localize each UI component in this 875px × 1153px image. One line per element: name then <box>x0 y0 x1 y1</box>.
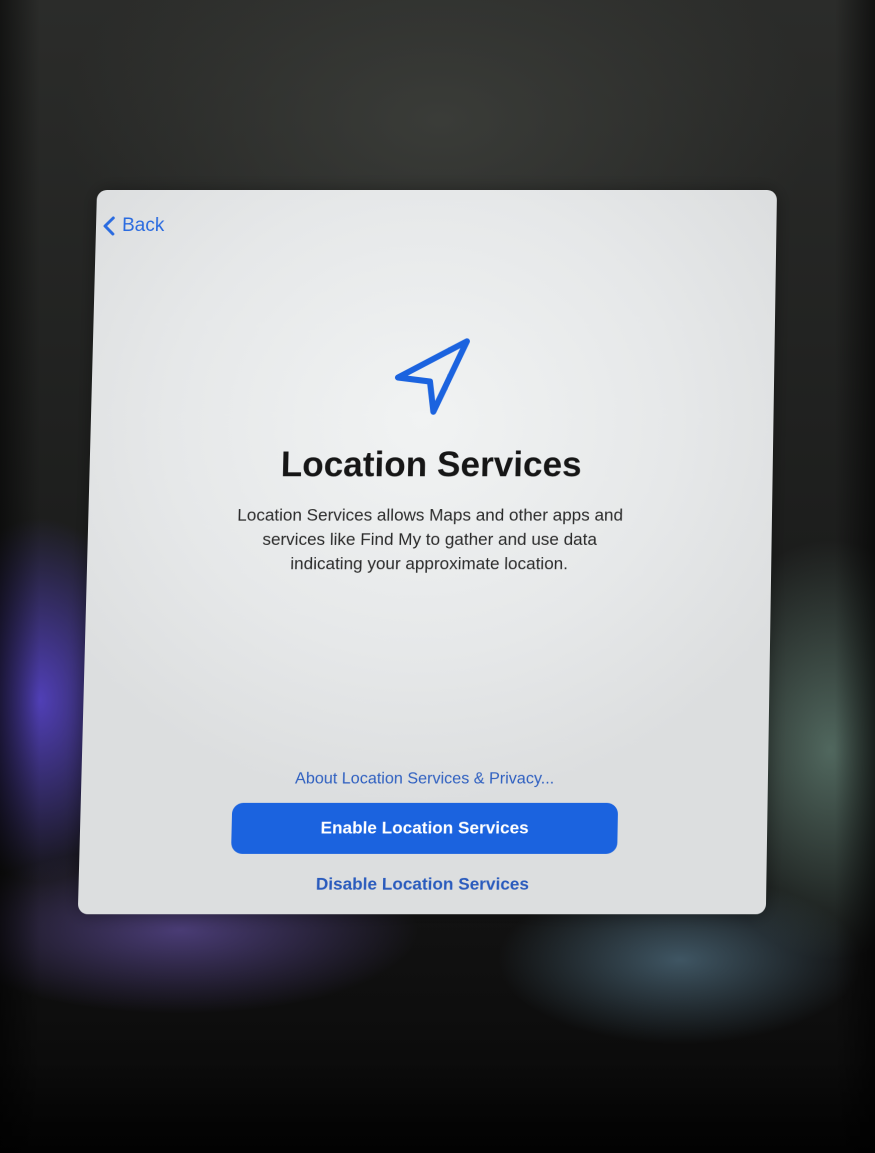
description-text: Location Services allows Maps and other … <box>228 503 632 576</box>
disable-location-button[interactable]: Disable Location Services <box>78 874 766 894</box>
page-title: Location Services <box>89 445 773 485</box>
back-button[interactable]: Back <box>102 215 165 237</box>
back-label: Back <box>122 215 165 237</box>
location-arrow-icon <box>389 335 475 419</box>
enable-location-label: Enable Location Services <box>320 818 529 838</box>
photo-background: Back Location Services Location Services… <box>0 0 875 1153</box>
setup-card: Back Location Services Location Services… <box>78 190 777 914</box>
enable-location-button[interactable]: Enable Location Services <box>231 803 618 854</box>
chevron-left-icon <box>102 215 117 237</box>
about-privacy-link[interactable]: About Location Services & Privacy... <box>81 770 768 788</box>
